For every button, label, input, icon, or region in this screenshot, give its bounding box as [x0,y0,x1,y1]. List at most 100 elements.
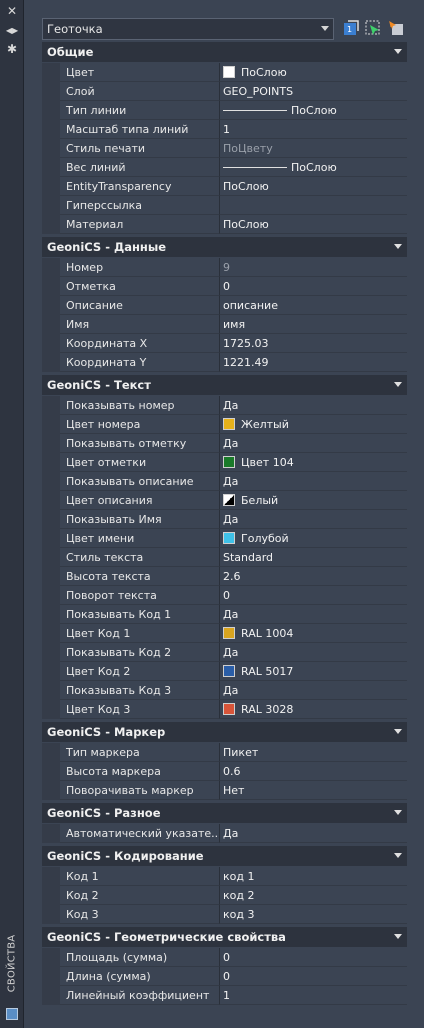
auto-hide-icon[interactable]: ◀▶ [4,24,20,38]
section-header[interactable]: GeoniCS - Маркер [42,722,407,742]
collapse-icon[interactable] [394,49,402,54]
close-icon[interactable]: ✕ [4,4,20,18]
property-value[interactable]: 2.6 [220,567,407,586]
property-value[interactable] [220,196,407,215]
property-value[interactable]: 0 [220,967,407,986]
property-row[interactable]: Цвет Код 1 RAL 1004 [42,624,407,643]
section-header[interactable]: GeoniCS - Разное [42,803,407,823]
property-row[interactable]: Гиперссылка [42,196,407,215]
property-value[interactable]: 0 [220,586,407,605]
property-row[interactable]: Высота текста 2.6 [42,567,407,586]
property-row[interactable]: Показывать Имя Да [42,510,407,529]
property-row[interactable]: Показывать Код 2 Да [42,643,407,662]
collapse-icon[interactable] [394,382,402,387]
property-row[interactable]: Тип линии ПоСлою [42,101,407,120]
property-value[interactable]: Желтый [220,415,407,434]
property-value[interactable]: RAL 5017 [220,662,407,681]
property-row[interactable]: Цвет описания Белый [42,491,407,510]
section-header[interactable]: GeoniCS - Геометрические свойства [42,927,407,947]
property-row[interactable]: Отметка 0 [42,277,407,296]
property-value[interactable]: ПоСлою [220,177,407,196]
property-value[interactable]: RAL 3028 [220,700,407,719]
property-row[interactable]: Площадь (сумма) 0 [42,948,407,967]
collapse-icon[interactable] [394,244,402,249]
property-row[interactable]: Имя имя [42,315,407,334]
property-row[interactable]: Автоматический указате... Да [42,824,407,843]
property-value[interactable]: код 1 [220,867,407,886]
property-value[interactable]: 9 [220,258,407,277]
property-value[interactable]: код 2 [220,886,407,905]
property-row[interactable]: EntityTransparency ПоСлою [42,177,407,196]
property-row[interactable]: Показывать описание Да [42,472,407,491]
property-value[interactable]: ПоСлою [220,63,407,82]
property-value[interactable]: Да [220,396,407,415]
property-row[interactable]: Поворачивать маркер Нет [42,781,407,800]
property-value[interactable]: описание [220,296,407,315]
property-value[interactable]: ПоСлою [220,215,407,234]
property-row[interactable]: Поворот текста 0 [42,586,407,605]
property-row[interactable]: Цвет номера Желтый [42,415,407,434]
section-header[interactable]: GeoniCS - Текст [42,375,407,395]
property-value[interactable]: имя [220,315,407,334]
collapse-icon[interactable] [394,934,402,939]
chevron-down-icon[interactable] [321,26,329,31]
property-value[interactable]: Белый [220,491,407,510]
object-type-dropdown[interactable]: Геоточка [42,18,334,40]
property-value[interactable]: Standard [220,548,407,567]
property-row[interactable]: Стиль печати ПоЦвету [42,139,407,158]
select-objects-icon[interactable] [364,19,382,37]
property-row[interactable]: Показывать Код 3 Да [42,681,407,700]
property-row[interactable]: Номер 9 [42,258,407,277]
property-value[interactable]: 0 [220,277,407,296]
quick-calc-icon[interactable] [6,1008,18,1020]
property-row[interactable]: Длина (сумма) 0 [42,967,407,986]
property-value[interactable]: 1221.49 [220,353,407,372]
property-row[interactable]: Показывать номер Да [42,396,407,415]
property-row[interactable]: Код 2 код 2 [42,886,407,905]
property-row[interactable]: Код 1 код 1 [42,867,407,886]
property-row[interactable]: Вес линий ПоСлою [42,158,407,177]
property-row[interactable]: Слой GEO_POINTS [42,82,407,101]
property-value[interactable]: 1725.03 [220,334,407,353]
property-row[interactable]: Масштаб типа линий 1 [42,120,407,139]
property-row[interactable]: Цвет Код 3 RAL 3028 [42,700,407,719]
property-value[interactable]: код 3 [220,905,407,924]
property-row[interactable]: Линейный коэффициент 1 [42,986,407,1005]
property-value[interactable]: Да [220,605,407,624]
property-value[interactable]: 1 [220,986,407,1005]
property-row[interactable]: Код 3 код 3 [42,905,407,924]
settings-icon[interactable]: ✱ [4,42,20,56]
property-value[interactable]: Пикет [220,743,407,762]
property-row[interactable]: Показывать отметку Да [42,434,407,453]
property-value[interactable]: 1 [220,120,407,139]
property-row[interactable]: Описание описание [42,296,407,315]
property-value[interactable]: ПоЦвету [220,139,407,158]
collapse-icon[interactable] [394,810,402,815]
property-row[interactable]: Тип маркера Пикет [42,743,407,762]
property-value[interactable]: Да [220,434,407,453]
property-value[interactable]: Да [220,472,407,491]
property-row[interactable]: Высота маркера 0.6 [42,762,407,781]
property-value[interactable]: ПоСлою [220,101,407,120]
property-row[interactable]: Координата Y 1221.49 [42,353,407,372]
property-value[interactable]: Голубой [220,529,407,548]
property-value[interactable]: Да [220,510,407,529]
property-value[interactable]: Да [220,643,407,662]
property-value[interactable]: Да [220,824,407,843]
property-value[interactable]: GEO_POINTS [220,82,407,101]
property-row[interactable]: Цвет имени Голубой [42,529,407,548]
property-row[interactable]: Материал ПоСлою [42,215,407,234]
property-row[interactable]: Цвет ПоСлою [42,63,407,82]
property-row[interactable]: Координата X 1725.03 [42,334,407,353]
property-value[interactable]: Цвет 104 [220,453,407,472]
quick-select-icon[interactable] [387,19,405,37]
property-value[interactable]: Да [220,681,407,700]
property-value[interactable]: RAL 1004 [220,624,407,643]
collapse-icon[interactable] [394,853,402,858]
section-header[interactable]: GeoniCS - Кодирование [42,846,407,866]
section-header[interactable]: Общие [42,42,407,62]
property-row[interactable]: Показывать Код 1 Да [42,605,407,624]
property-value[interactable]: 0 [220,948,407,967]
collapse-icon[interactable] [394,729,402,734]
toggle-pickadd-icon[interactable]: 1 [342,19,360,37]
